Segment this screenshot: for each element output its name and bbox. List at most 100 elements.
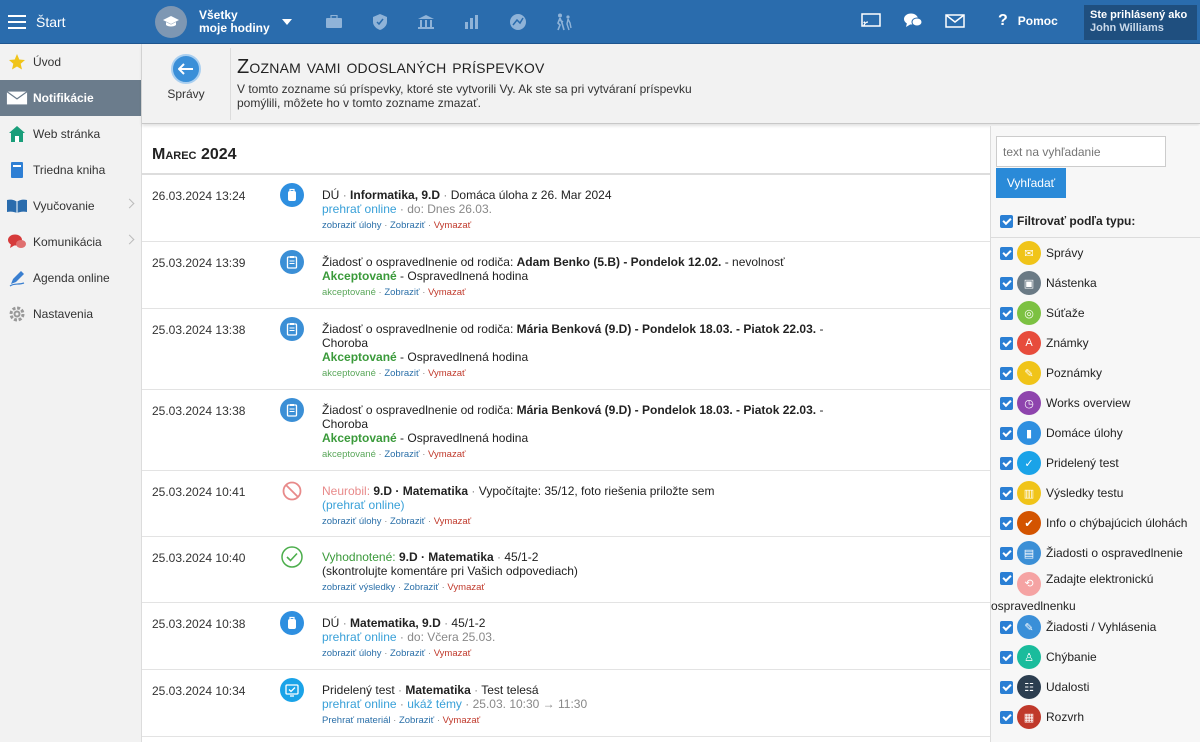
sidebar-item-komunikacia[interactable]: Komunikácia bbox=[0, 224, 141, 260]
filter-item[interactable]: ◎ Súťaže bbox=[1000, 298, 1200, 328]
show-link[interactable]: Zobraziť bbox=[404, 582, 439, 593]
filter-checkbox[interactable] bbox=[1000, 276, 1013, 290]
filter-checkbox[interactable] bbox=[1000, 516, 1013, 530]
walking-people-icon[interactable] bbox=[546, 10, 582, 34]
filter-item[interactable]: ◷ Works overview bbox=[1000, 388, 1200, 418]
filter-item[interactable]: ✎ Žiadosti / Vyhlásenia bbox=[1000, 612, 1200, 642]
help-button[interactable]: ? Pomoc bbox=[998, 12, 1058, 30]
filter-checkbox[interactable] bbox=[1000, 572, 1013, 585]
mail-icon[interactable] bbox=[944, 10, 966, 32]
filter-checkbox[interactable] bbox=[1000, 710, 1013, 724]
play-online-link[interactable]: prehrať online bbox=[322, 697, 397, 711]
filter-checkbox[interactable] bbox=[1000, 306, 1013, 320]
filter-checkbox[interactable] bbox=[1000, 366, 1013, 380]
clipboard-icon[interactable] bbox=[280, 250, 304, 274]
filter-checkbox[interactable] bbox=[1000, 336, 1013, 350]
school-building-icon[interactable] bbox=[408, 10, 444, 34]
sidebar-item-uvod[interactable]: Úvod bbox=[0, 44, 141, 80]
filter-item[interactable]: ✔ Info o chýbajúcich úlohách bbox=[1000, 508, 1200, 538]
sidebar-item-nastavenia[interactable]: Nastavenia bbox=[0, 296, 141, 332]
user-account-box[interactable]: Ste prihlásený ako John Williams bbox=[1084, 5, 1197, 40]
filter-checkbox[interactable] bbox=[1000, 396, 1013, 410]
bar-chart-icon[interactable] bbox=[454, 10, 490, 34]
filter-checkbox[interactable] bbox=[1000, 486, 1013, 500]
briefcase-icon[interactable] bbox=[316, 10, 352, 34]
filter-checkbox[interactable] bbox=[1000, 456, 1013, 470]
filter-item[interactable]: ✓ Pridelený test bbox=[1000, 448, 1200, 478]
filter-item[interactable]: ▣ Nástenka bbox=[1000, 268, 1200, 298]
show-tasks-link[interactable]: zobraziť úlohy bbox=[322, 516, 382, 527]
filter-item[interactable]: A Známky bbox=[1000, 328, 1200, 358]
show-topics-link[interactable]: ukáž témy bbox=[407, 697, 462, 711]
filter-checkbox[interactable] bbox=[1000, 246, 1013, 260]
grade-chart-icon[interactable] bbox=[500, 10, 536, 34]
play-online-link[interactable]: prehrať online bbox=[322, 630, 397, 644]
sidebar-item-triedna-kniha[interactable]: Triedna kniha bbox=[0, 152, 141, 188]
check-circle-icon[interactable] bbox=[280, 545, 304, 569]
accepted-link[interactable]: akceptované bbox=[322, 368, 376, 379]
filter-checkbox[interactable] bbox=[1000, 426, 1013, 440]
show-link[interactable]: Zobraziť bbox=[390, 220, 425, 231]
filter-checkbox[interactable] bbox=[1000, 650, 1013, 664]
filter-item[interactable]: ✎ Poznámky bbox=[1000, 358, 1200, 388]
checkbox[interactable] bbox=[1000, 214, 1013, 228]
backpack-icon[interactable] bbox=[280, 183, 304, 207]
classes-dropdown[interactable]: Všetky moje hodiny bbox=[155, 6, 292, 38]
show-tasks-link[interactable]: zobraziť úlohy bbox=[322, 648, 382, 659]
sidebar-item-notifikacie[interactable]: Notifikácie bbox=[0, 80, 141, 116]
shield-icon[interactable] bbox=[362, 10, 398, 34]
delete-link[interactable]: Vymazať bbox=[434, 220, 472, 231]
filter-label: Rozvrh bbox=[1046, 710, 1085, 724]
sidebar-item-vyucovanie[interactable]: Vyučovanie bbox=[0, 188, 141, 224]
filter-item[interactable]: ☷ Udalosti bbox=[1000, 672, 1200, 702]
filter-item[interactable]: ♙ Chýbanie bbox=[1000, 642, 1200, 672]
filter-item[interactable]: ⟲ Zadajte elektronickú ospravedlnenku bbox=[991, 568, 1200, 613]
filter-item[interactable]: ✉ Správy bbox=[1000, 238, 1200, 268]
search-input[interactable] bbox=[996, 136, 1166, 167]
accepted-link[interactable]: akceptované bbox=[322, 287, 376, 298]
chat-bubbles-icon[interactable] bbox=[902, 10, 924, 32]
delete-link[interactable]: Vymazať bbox=[434, 648, 472, 659]
prohibited-icon[interactable] bbox=[280, 479, 304, 503]
cast-screen-icon[interactable] bbox=[860, 10, 882, 32]
filter-item[interactable]: ▥ Výsledky testu bbox=[1000, 478, 1200, 508]
sidebar-item-web-stranka[interactable]: Web stránka bbox=[0, 116, 141, 152]
show-link[interactable]: Zobraziť bbox=[384, 287, 419, 298]
delete-link[interactable]: Vymazať bbox=[428, 449, 466, 460]
play-material-link[interactable]: Prehrať materiál bbox=[322, 715, 391, 726]
backpack-icon[interactable] bbox=[280, 611, 304, 635]
show-tasks-link[interactable]: zobraziť úlohy bbox=[322, 220, 382, 231]
show-link[interactable]: Zobraziť bbox=[384, 368, 419, 379]
delete-link[interactable]: Vymazať bbox=[428, 368, 466, 379]
delete-link[interactable]: Vymazať bbox=[443, 715, 481, 726]
search-button[interactable]: Vyhľadať bbox=[996, 168, 1066, 198]
show-link[interactable]: Zobraziť bbox=[384, 449, 419, 460]
delete-link[interactable]: Vymazať bbox=[447, 582, 485, 593]
filter-item[interactable]: ▦ Rozvrh bbox=[1000, 702, 1200, 732]
filter-label: Známky bbox=[1046, 336, 1089, 350]
show-link[interactable]: Zobraziť bbox=[390, 516, 425, 527]
play-online-link[interactable]: (prehrať online) bbox=[322, 498, 405, 512]
clipboard-icon[interactable] bbox=[280, 317, 304, 341]
back-button[interactable]: Správy bbox=[164, 54, 208, 101]
show-link[interactable]: Zobraziť bbox=[399, 715, 434, 726]
accepted-link[interactable]: akceptované bbox=[322, 449, 376, 460]
delete-link[interactable]: Vymazať bbox=[428, 287, 466, 298]
filter-by-type-toggle[interactable]: Filtrovať podľa typu: bbox=[1000, 214, 1135, 228]
filter-checkbox[interactable] bbox=[1000, 546, 1013, 560]
show-results-link[interactable]: zobraziť výsledky bbox=[322, 582, 395, 593]
test-monitor-icon[interactable] bbox=[280, 678, 304, 702]
filter-checkbox[interactable] bbox=[1000, 680, 1013, 694]
filter-item[interactable]: ▮ Domáce úlohy bbox=[1000, 418, 1200, 448]
clipboard-icon[interactable] bbox=[280, 398, 304, 422]
hamburger-icon[interactable] bbox=[8, 15, 26, 29]
start-menu-button[interactable]: Štart bbox=[0, 0, 142, 44]
filter-item[interactable]: ▤ Žiadosti o ospravedlnenie bbox=[1000, 538, 1200, 568]
sidebar-item-agenda-online[interactable]: Agenda online bbox=[0, 260, 141, 296]
filter-checkbox[interactable] bbox=[1000, 620, 1013, 634]
play-online-link[interactable]: prehrať online bbox=[322, 202, 397, 216]
book-icon bbox=[6, 160, 28, 180]
show-link[interactable]: Zobraziť bbox=[390, 648, 425, 659]
filter-type-icon: ▥ bbox=[1017, 481, 1041, 505]
delete-link[interactable]: Vymazať bbox=[434, 516, 472, 527]
